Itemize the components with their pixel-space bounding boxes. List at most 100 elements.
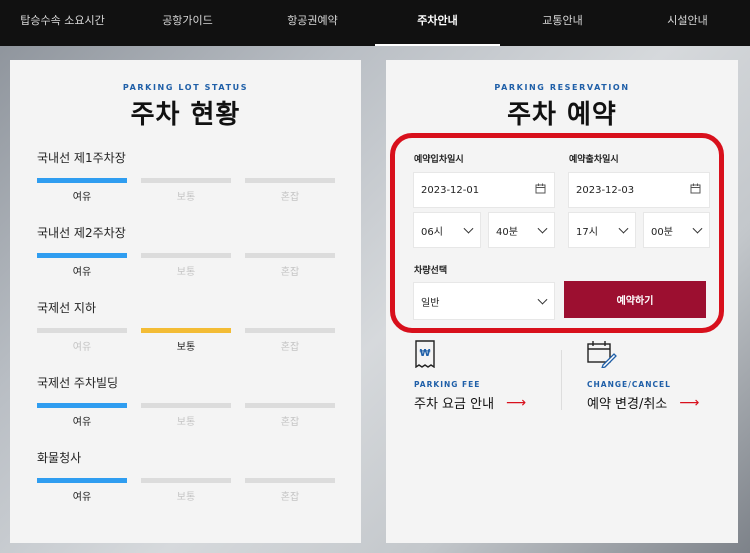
- congestion-label: 보통: [176, 342, 196, 353]
- parking-reservation-panel: PARKING RESERVATION 주차 예약 예약입차일시 예약출차일시 …: [386, 60, 738, 543]
- congestion-label: 여유: [72, 192, 92, 203]
- top-nav: 탑승수속 소요시간 공항가이드 항공권예약 주차안내 교통안내 시설안내: [0, 0, 750, 46]
- change-cancel-eyebrow: CHANGE/CANCEL: [587, 380, 671, 389]
- congestion-label: 혼잡: [280, 492, 300, 503]
- arrow-right-icon: ⟶: [506, 394, 527, 411]
- nav-item-facilities[interactable]: 시설안내: [625, 0, 750, 46]
- nav-item-airport-guide[interactable]: 공항가이드: [125, 0, 250, 46]
- congestion-level: 보통: [141, 253, 231, 278]
- exit-date-value: 2023-12-03: [576, 184, 635, 196]
- reservation-title: 주차 예약: [507, 100, 617, 130]
- congestion-bar: [37, 253, 127, 258]
- parking-lot-name: 화물청사: [37, 451, 82, 465]
- congestion-bar: [141, 403, 231, 408]
- congestion-level: 여유: [37, 478, 127, 503]
- exit-datetime-label: 예약출차일시: [569, 155, 619, 165]
- congestion-bar: [37, 478, 127, 483]
- congestion-level: 혼잡: [245, 178, 335, 203]
- congestion-level: 보통: [141, 178, 231, 203]
- exit-date-field[interactable]: 2023-12-03: [568, 172, 710, 208]
- parking-lot-name: 국제선 주차빌딩: [37, 376, 119, 390]
- nav-item-parking[interactable]: 주차안내: [375, 0, 500, 46]
- status-eyebrow: PARKING LOT STATUS: [122, 83, 249, 92]
- congestion-bar: [245, 178, 335, 183]
- congestion-bar: [37, 403, 127, 408]
- congestion-level: 여유: [37, 328, 127, 353]
- congestion-bar: [245, 478, 335, 483]
- congestion-bar: [141, 178, 231, 183]
- congestion-level: 혼잡: [245, 253, 335, 278]
- congestion-level: 여유: [37, 253, 127, 278]
- calendar-edit-icon: [587, 340, 617, 370]
- parking-lot-name: 국내선 제1주차장: [37, 151, 126, 165]
- congestion-label: 보통: [176, 492, 196, 503]
- congestion-bar: [245, 253, 335, 258]
- arrow-right-icon: ⟶: [679, 394, 700, 411]
- parking-lot-name: 국내선 제2주차장: [37, 226, 126, 240]
- receipt-won-icon: ₩: [414, 340, 438, 369]
- chevron-down-icon: [618, 223, 629, 234]
- parking-fee-link-block: ₩ PARKING FEE 주차 요금 안내 ⟶: [414, 340, 526, 412]
- exit-hour-value: 17시: [576, 226, 598, 238]
- parking-lot-row: 국내선 제2주차장여유 보통 혼잡: [37, 225, 347, 300]
- exit-minute-value: 00분: [651, 226, 673, 238]
- vehicle-select[interactable]: 일반: [413, 282, 555, 320]
- change-cancel-link[interactable]: 예약 변경/취소 ⟶: [587, 393, 700, 413]
- nav-item-flight-booking[interactable]: 항공권예약: [250, 0, 375, 46]
- parking-fee-eyebrow: PARKING FEE: [414, 380, 481, 389]
- chevron-down-icon: [537, 294, 548, 305]
- exit-minute-select[interactable]: 00분: [643, 212, 710, 248]
- congestion-levels: 여유 보통 혼잡: [37, 178, 347, 203]
- congestion-label: 보통: [176, 417, 196, 428]
- link-divider: [561, 350, 562, 410]
- entry-minute-select[interactable]: 40분: [488, 212, 555, 248]
- entry-hour-value: 06시: [421, 226, 443, 238]
- congestion-label: 보통: [176, 267, 196, 278]
- chevron-down-icon: [537, 223, 548, 234]
- reservation-eyebrow: PARKING RESERVATION: [494, 83, 630, 92]
- congestion-levels: 여유 보통 혼잡: [37, 478, 347, 503]
- entry-datetime-label: 예약입차일시: [414, 155, 464, 165]
- congestion-bar: [245, 328, 335, 333]
- congestion-label: 혼잡: [280, 417, 300, 428]
- congestion-label: 보통: [176, 192, 196, 203]
- parking-fee-link[interactable]: 주차 요금 안내 ⟶: [414, 393, 527, 413]
- calendar-icon: [690, 183, 701, 197]
- vehicle-value: 일반: [421, 297, 440, 309]
- nav-item-transport[interactable]: 교통안내: [500, 0, 625, 46]
- nav-item-boarding-time[interactable]: 탑승수속 소요시간: [0, 0, 125, 46]
- reserve-button[interactable]: 예약하기: [564, 281, 706, 318]
- change-cancel-label: 예약 변경/취소: [587, 397, 668, 412]
- congestion-level: 여유: [37, 178, 127, 203]
- entry-date-value: 2023-12-01: [421, 184, 480, 196]
- vehicle-label: 차량선택: [414, 266, 448, 276]
- congestion-level: 보통: [141, 328, 231, 353]
- parking-lot-row: 국제선 지하여유 보통 혼잡: [37, 300, 347, 375]
- parking-lot-name: 국제선 지하: [37, 301, 97, 315]
- congestion-bar: [141, 328, 231, 333]
- congestion-bar: [37, 328, 127, 333]
- calendar-icon: [535, 183, 546, 197]
- congestion-level: 여유: [37, 403, 127, 428]
- congestion-label: 여유: [72, 492, 92, 503]
- congestion-bar: [141, 253, 231, 258]
- parking-lot-row: 국제선 주차빌딩여유 보통 혼잡: [37, 375, 347, 450]
- entry-date-field[interactable]: 2023-12-01: [413, 172, 555, 208]
- congestion-label: 여유: [72, 342, 92, 353]
- congestion-label: 혼잡: [280, 342, 300, 353]
- congestion-label: 여유: [72, 417, 92, 428]
- chevron-down-icon: [463, 223, 474, 234]
- congestion-level: 보통: [141, 403, 231, 428]
- congestion-level: 혼잡: [245, 403, 335, 428]
- congestion-levels: 여유 보통 혼잡: [37, 253, 347, 278]
- chevron-down-icon: [692, 223, 703, 234]
- parking-status-panel: PARKING LOT STATUS 주차 현황 국내선 제1주차장 여유 보통 혼잡…: [10, 60, 361, 543]
- exit-hour-select[interactable]: 17시: [568, 212, 636, 248]
- entry-hour-select[interactable]: 06시: [413, 212, 481, 248]
- congestion-bar: [37, 178, 127, 183]
- congestion-level: 보통: [141, 478, 231, 503]
- parking-lot-list: 국내선 제1주차장 여유 보통 혼잡 국내선 제2주차장 여유 보통 혼잡 국제선 지하 여유 보통…: [37, 150, 347, 525]
- status-title: 주차 현황: [130, 100, 241, 130]
- svg-text:₩: ₩: [419, 348, 430, 359]
- parking-lot-row: 국내선 제1주차장여유 보통 혼잡: [37, 150, 347, 225]
